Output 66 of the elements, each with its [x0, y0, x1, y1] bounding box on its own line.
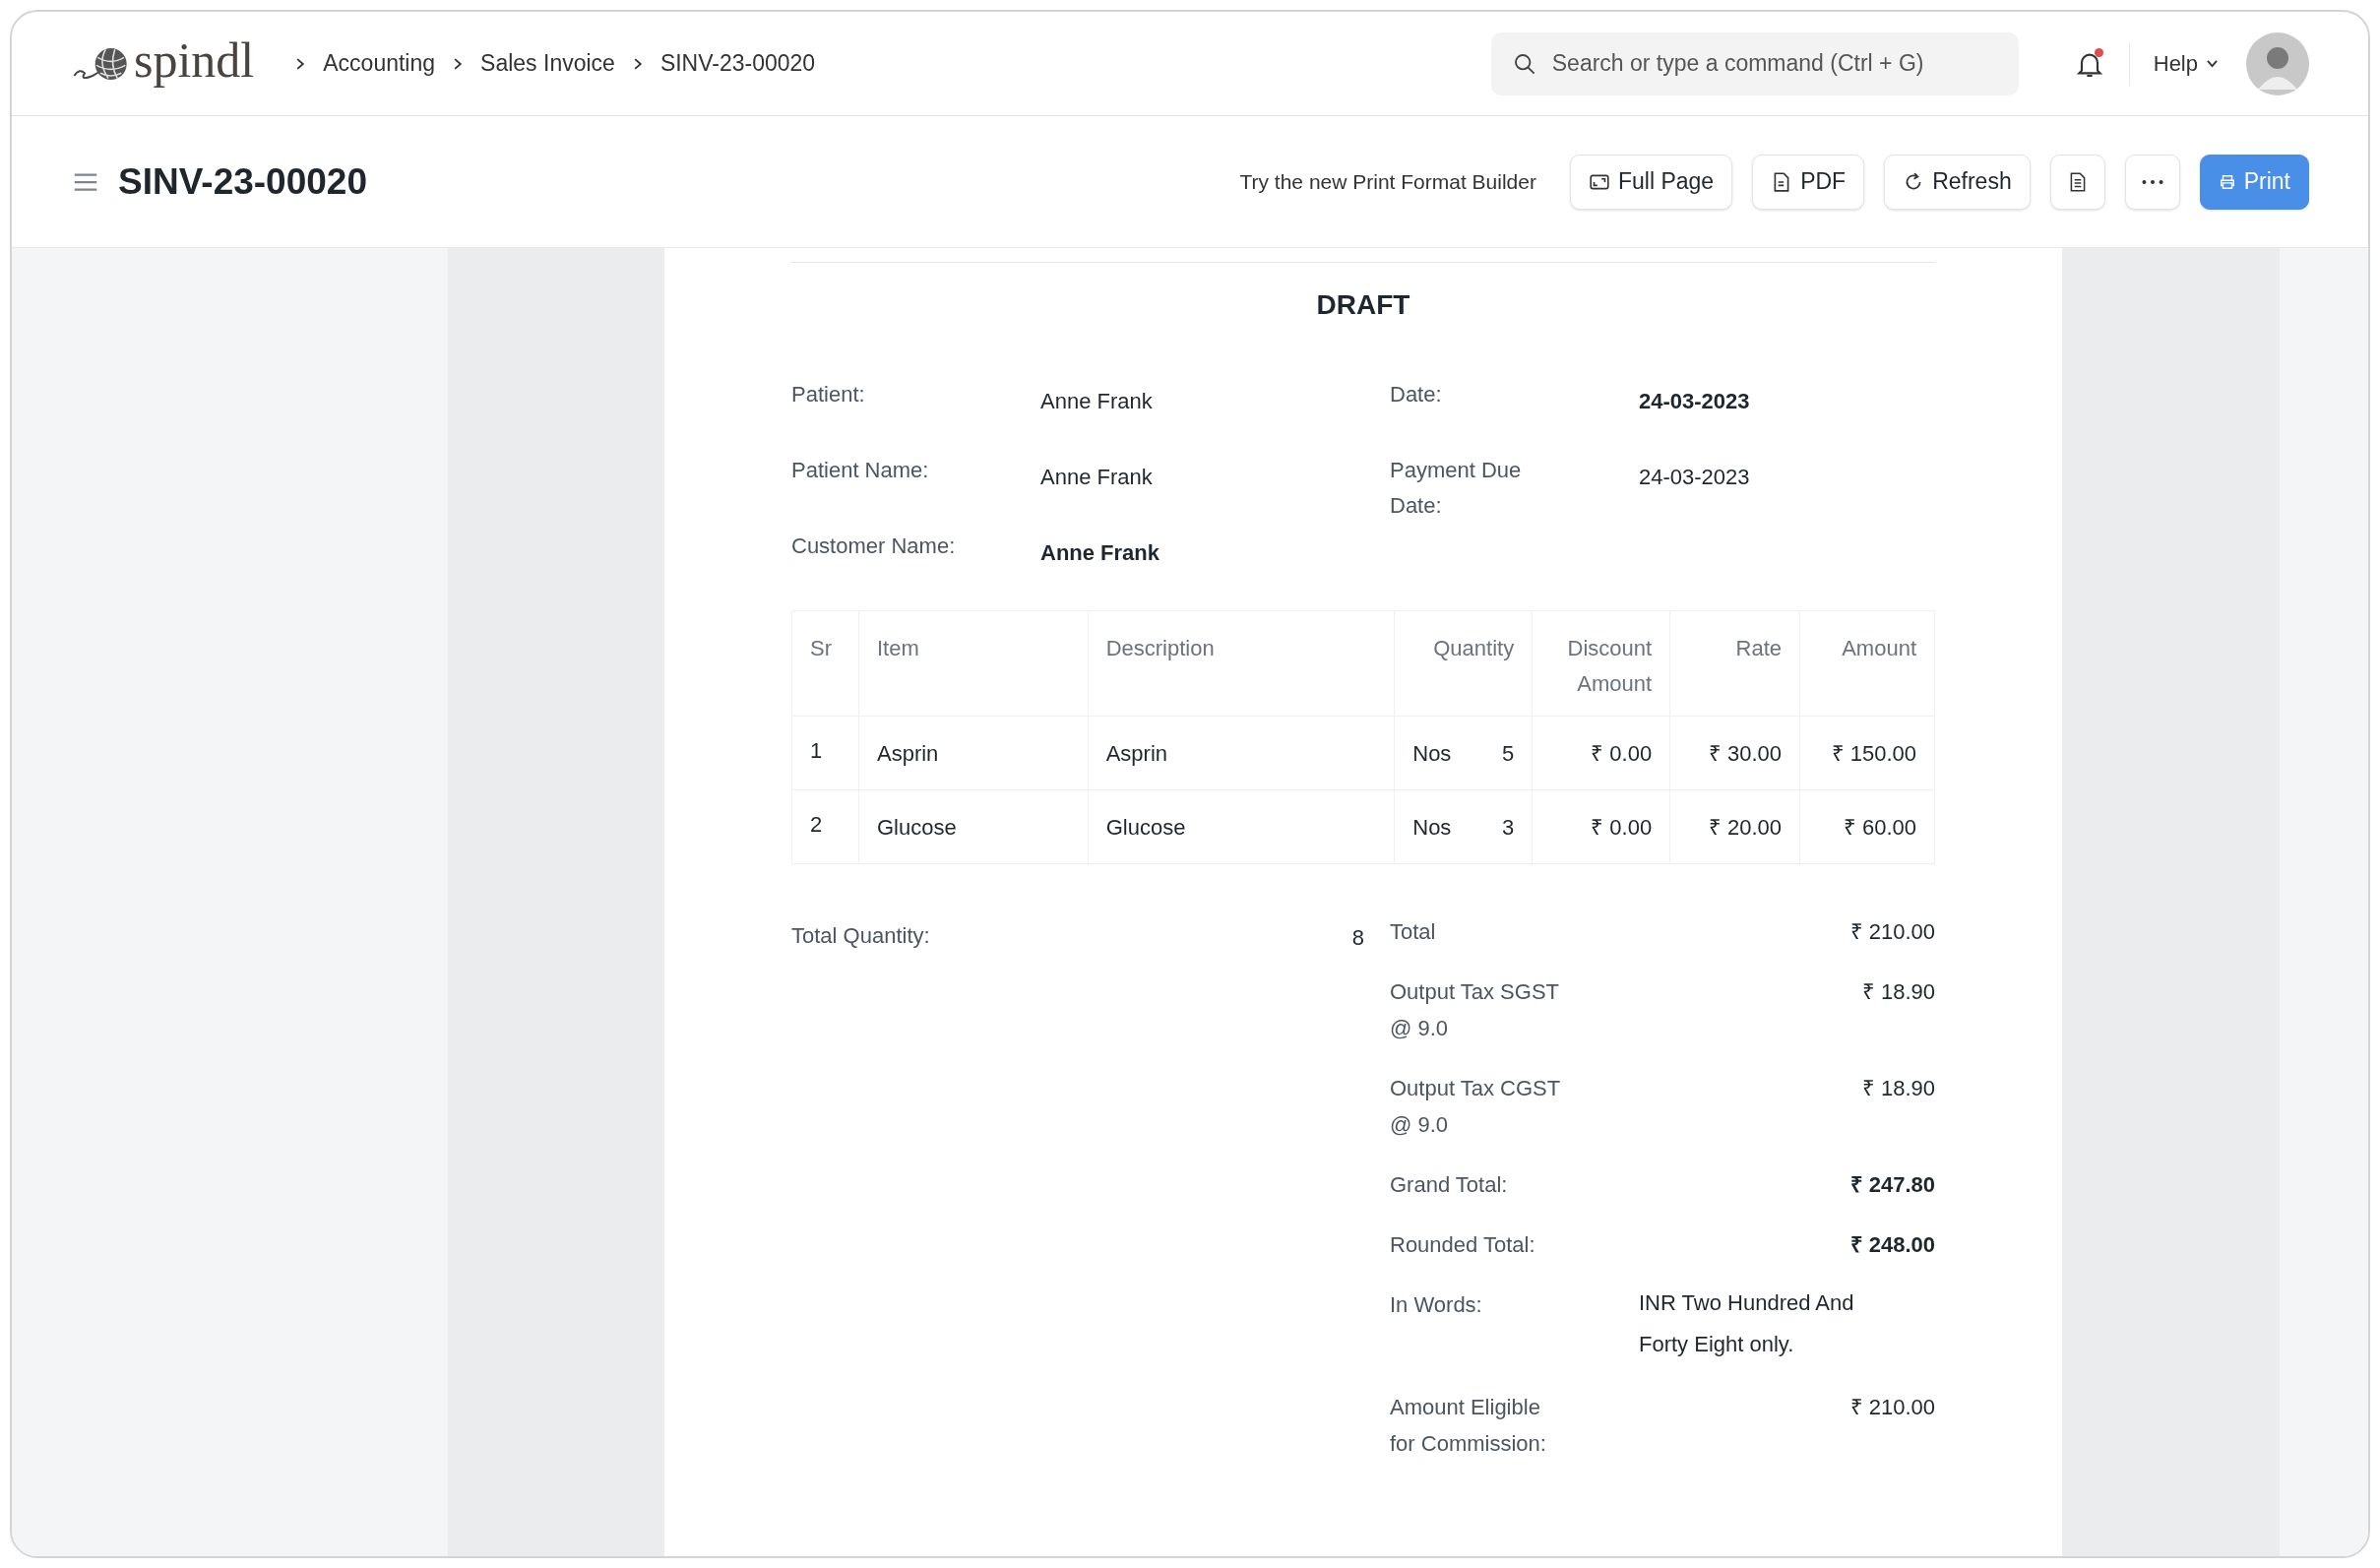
column-header: Amount [1799, 610, 1935, 717]
total-label: Amount Eligible for Commission: [1390, 1394, 1547, 1458]
table-cell: Glucose [858, 789, 1089, 864]
table-cell: ₹ 0.00 [1532, 716, 1670, 790]
table-cell: ₹ 60.00 [1799, 789, 1935, 864]
amount-in-words: INR Two Hundred And Forty Eight only. [1639, 1289, 1855, 1358]
unit-text: Nos [1412, 739, 1452, 768]
field-label: Patient Name: [791, 457, 930, 484]
breadcrumb-link[interactable]: Accounting [323, 46, 436, 81]
column-header: Description [1088, 610, 1395, 717]
total-value: ₹ 18.90 [1860, 1075, 1935, 1102]
table-cell: ₹ 20.00 [1669, 789, 1800, 864]
total-label: Output Tax SGST @ 9.0 [1390, 978, 1560, 1042]
printer-icon [2218, 172, 2236, 191]
total-quantity-value: 8 [1351, 924, 1364, 952]
column-header: Discount Amount [1532, 610, 1670, 717]
help-menu[interactable]: Help [2153, 47, 2219, 80]
table-cell: ₹ 150.00 [1799, 716, 1935, 790]
total-value: ₹ 210.00 [1848, 918, 1935, 946]
field-value: Anne Frank [1040, 539, 1160, 567]
total-quantity-label: Total Quantity: [791, 922, 930, 950]
total-label: In Words: [1390, 1291, 1483, 1319]
search-icon [1512, 51, 1536, 76]
field-value: Anne Frank [1040, 388, 1153, 415]
table-cell: ₹ 0.00 [1532, 789, 1670, 864]
total-value: ₹ 18.90 [1860, 978, 1935, 1006]
pdf-button[interactable]: PDF [1752, 154, 1865, 210]
search-field[interactable]: Search or type a command (Ctrl + G) [1490, 31, 2019, 95]
quantity-text: 5 [1501, 739, 1515, 768]
page-title: SINV-23-00020 [118, 159, 367, 204]
builder-hint: Try the new Print Format Builder [1239, 168, 1536, 195]
field-value: 24-03-2023 [1639, 464, 1750, 491]
table-cell: ₹ 30.00 [1669, 716, 1800, 790]
total-label: Total [1390, 918, 1437, 946]
column-header: Quantity [1394, 610, 1533, 717]
total-label: Output Tax CGST @ 9.0 [1390, 1075, 1561, 1139]
avatar-icon [2246, 31, 2309, 95]
table-cell: Asprin [1088, 716, 1395, 790]
field-value: Anne Frank [1040, 464, 1153, 491]
more-icon [2141, 179, 2163, 184]
total-value: ₹ 247.80 [1848, 1171, 1935, 1199]
column-header: Rate [1669, 610, 1800, 717]
field-label: Date: [1390, 381, 1443, 408]
total-value: ₹ 248.00 [1848, 1231, 1935, 1259]
quantity-text: 3 [1501, 813, 1515, 842]
unit-text: Nos [1412, 813, 1452, 842]
total-value: ₹ 210.00 [1848, 1394, 1935, 1421]
full-page-button[interactable]: Full Page [1570, 154, 1733, 210]
column-header: Item [858, 610, 1089, 717]
field-value: 24-03-2023 [1639, 388, 1750, 415]
refresh-button[interactable]: Refresh [1884, 154, 2031, 210]
field-label: Payment Due Date: [1390, 457, 1523, 520]
table-cell: 1 [791, 716, 859, 790]
draft-heading: DRAFT [1315, 288, 1411, 322]
total-label: Rounded Total: [1390, 1231, 1536, 1259]
document-button[interactable] [2049, 154, 2105, 210]
total-label: Grand Total: [1390, 1171, 1509, 1199]
table-cell: 2 [791, 789, 859, 864]
column-header: Sr [791, 610, 859, 717]
field-label: Customer Name: [791, 533, 957, 560]
table-cell: Glucose [1088, 789, 1395, 864]
breadcrumb-link[interactable]: Sales Invoice [480, 46, 615, 81]
breadcrumb-link[interactable]: SINV-23-00020 [659, 46, 816, 81]
field-label: Patient: [791, 381, 866, 408]
chevron-down-icon [2206, 57, 2219, 70]
table-cell: Asprin [858, 716, 1089, 790]
